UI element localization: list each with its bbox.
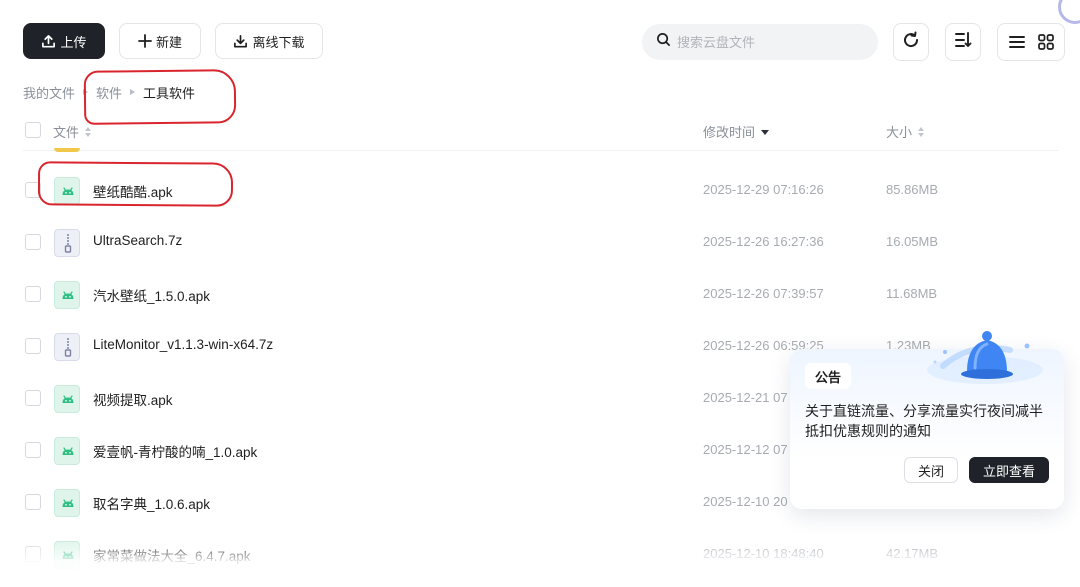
breadcrumb-item-software[interactable]: 软件 bbox=[96, 83, 122, 102]
plus-icon bbox=[138, 34, 152, 48]
breadcrumb: 我的文件 软件 工具软件 bbox=[23, 82, 195, 102]
divider bbox=[23, 150, 1058, 151]
file-name[interactable]: LiteMonitor_v1.1.3-win-x64.7z bbox=[93, 337, 273, 352]
row-checkbox[interactable] bbox=[25, 390, 41, 406]
grid-view-icon[interactable] bbox=[1033, 29, 1059, 55]
search-input[interactable] bbox=[677, 34, 857, 50]
android-apk-icon bbox=[54, 541, 80, 569]
breadcrumb-separator-icon bbox=[130, 89, 136, 95]
sort-descending-icon bbox=[761, 130, 770, 135]
breadcrumb-separator-icon bbox=[83, 89, 89, 95]
sort-button[interactable] bbox=[945, 23, 981, 61]
table-row[interactable]: UltraSearch.7z 2025-12-26 16:27:36 16.05… bbox=[23, 216, 1058, 268]
file-modified: 2025-12-10 18:48:40 bbox=[703, 546, 824, 561]
upload-button[interactable]: 上传 bbox=[23, 23, 105, 59]
announcement-tag: 公告 bbox=[805, 363, 852, 389]
list-view-icon[interactable] bbox=[1004, 29, 1030, 55]
folder-icon bbox=[54, 148, 80, 152]
android-apk-icon bbox=[54, 437, 80, 465]
upload-icon bbox=[41, 34, 56, 49]
row-checkbox[interactable] bbox=[25, 234, 41, 250]
row-checkbox[interactable] bbox=[25, 546, 41, 562]
close-button[interactable]: 关闭 bbox=[904, 457, 958, 483]
view-toggle[interactable] bbox=[997, 23, 1065, 61]
refresh-icon bbox=[901, 30, 921, 55]
android-apk-icon bbox=[54, 489, 80, 517]
column-size-label: 大小 bbox=[886, 125, 913, 140]
file-size: 16.05MB bbox=[886, 234, 939, 249]
row-checkbox[interactable] bbox=[25, 442, 41, 458]
archive-zip-icon bbox=[54, 229, 80, 257]
android-apk-icon bbox=[54, 385, 80, 413]
row-checkbox[interactable] bbox=[25, 182, 41, 198]
file-size: 85.86MB bbox=[886, 182, 939, 197]
sort-icon bbox=[953, 30, 973, 55]
row-checkbox[interactable] bbox=[25, 338, 41, 354]
file-size: 11.68MB bbox=[886, 286, 938, 301]
new-button[interactable]: 新建 bbox=[119, 23, 201, 59]
view-now-button[interactable]: 立即查看 bbox=[969, 457, 1049, 483]
android-apk-icon bbox=[54, 281, 80, 309]
select-all-checkbox[interactable] bbox=[25, 122, 41, 138]
row-checkbox[interactable] bbox=[25, 494, 41, 510]
new-label: 新建 bbox=[155, 34, 182, 50]
file-name[interactable]: UltraSearch.7z bbox=[93, 233, 182, 248]
file-size: 42.17MB bbox=[886, 546, 939, 561]
table-header: 文件 修改时间 大小 bbox=[23, 118, 1058, 144]
file-modified: 2025-12-10 20 bbox=[703, 494, 788, 509]
search-box[interactable] bbox=[642, 24, 878, 60]
breadcrumb-item-tools: 工具软件 bbox=[143, 85, 196, 101]
announcement-text: 关于直链流量、分享流量实行夜间减半抵扣优惠规则的通知 bbox=[805, 403, 1043, 439]
file-name[interactable]: 家常菜做法大全_6.4.7.apk bbox=[93, 545, 251, 565]
column-name-label: 文件 bbox=[53, 125, 80, 140]
column-size-header[interactable]: 大小 bbox=[886, 122, 925, 141]
file-modified: 2025-12-12 07 bbox=[703, 442, 788, 457]
sort-arrows-icon bbox=[85, 126, 92, 137]
bell-icon bbox=[927, 331, 1043, 384]
file-modified: 2025-12-26 16:27:36 bbox=[703, 234, 824, 249]
row-checkbox[interactable] bbox=[25, 286, 41, 302]
table-row[interactable]: 汽水壁纸_1.5.0.apk 2025-12-26 07:39:57 11.68… bbox=[23, 268, 1058, 320]
offline-download-label: 离线下载 bbox=[252, 34, 305, 50]
column-name-header[interactable]: 文件 bbox=[53, 122, 92, 141]
file-modified: 2025-12-29 07:16:26 bbox=[703, 182, 824, 197]
search-icon bbox=[656, 32, 671, 52]
file-name[interactable]: 壁纸酷酷.apk bbox=[93, 181, 173, 201]
file-modified: 2025-12-21 07 bbox=[703, 390, 788, 405]
sort-arrows-icon bbox=[918, 126, 925, 137]
file-modified: 2025-12-26 07:39:57 bbox=[703, 286, 824, 301]
table-row[interactable]: 壁纸酷酷.apk 2025-12-29 07:16:26 85.86MB bbox=[23, 164, 1058, 216]
download-icon bbox=[233, 34, 248, 49]
upload-label: 上传 bbox=[60, 34, 87, 50]
android-apk-icon bbox=[54, 177, 80, 205]
archive-zip-icon bbox=[54, 333, 80, 361]
breadcrumb-item-my-files[interactable]: 我的文件 bbox=[23, 83, 75, 102]
file-name[interactable]: 爱壹帆-青柠酸的喃_1.0.apk bbox=[93, 441, 257, 461]
column-modified-label: 修改时间 bbox=[703, 125, 756, 140]
column-modified-header[interactable]: 修改时间 bbox=[703, 122, 770, 141]
offline-download-button[interactable]: 离线下载 bbox=[215, 23, 323, 59]
file-name[interactable]: 视频提取.apk bbox=[93, 389, 173, 409]
refresh-button[interactable] bbox=[893, 23, 929, 61]
file-name[interactable]: 汽水壁纸_1.5.0.apk bbox=[93, 285, 210, 305]
avatar[interactable] bbox=[1058, 0, 1080, 24]
file-name[interactable]: 取名字典_1.0.6.apk bbox=[93, 493, 210, 513]
table-row[interactable]: 家常菜做法大全_6.4.7.apk 2025-12-10 18:48:40 42… bbox=[23, 528, 1058, 580]
